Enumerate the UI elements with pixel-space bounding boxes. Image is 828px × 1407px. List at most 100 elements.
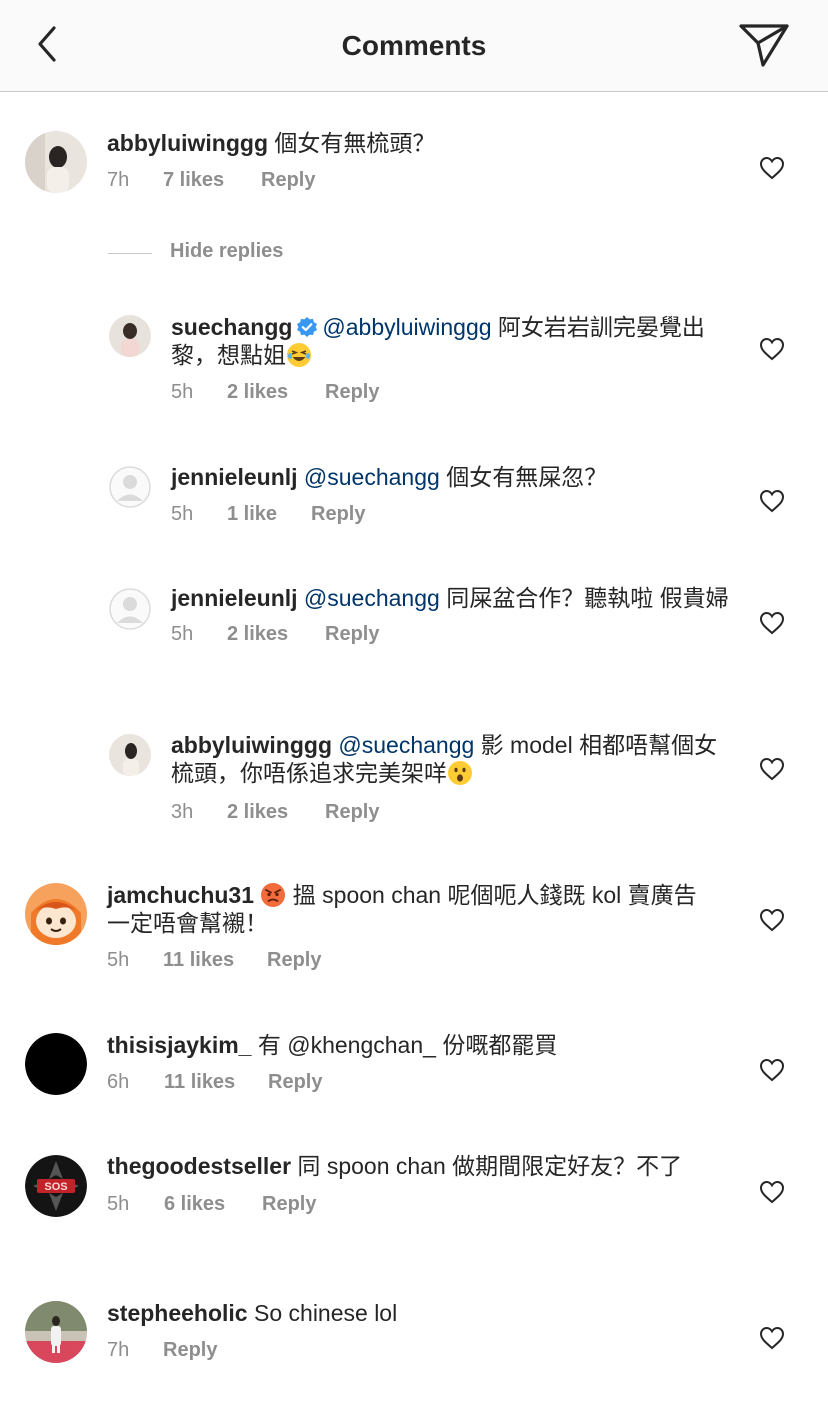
reply-item: suechangg @abbyluiwinggg 阿女岩岩訓完晏覺出黎，想點姐 5…: [0, 313, 828, 409]
reply-likes[interactable]: 2 likes: [227, 801, 325, 824]
heart-outline-icon[interactable]: [759, 489, 785, 513]
reply-item: jennieleunlj @suechangg 同屎盆合作？聽執啦 假貴婦 5h…: [0, 585, 828, 681]
comment-meta: 5h 11 likes Reply: [107, 949, 717, 975]
heart-outline-icon[interactable]: [759, 757, 785, 781]
comment-content: 有 @khengchan_ 份嘅都罷買: [251, 1032, 558, 1058]
comment-content: So chinese lol: [247, 1300, 398, 1326]
heart-outline-icon[interactable]: [759, 908, 785, 932]
avatar[interactable]: SOS: [25, 1155, 87, 1217]
comment-likes[interactable]: 6 likes: [164, 1193, 262, 1216]
reply-meta: 5h 2 likes Reply: [171, 623, 731, 649]
comment-item: thisisjaykim_ 有 @khengchan_ 份嘅都罷買 6h 11 l…: [0, 1031, 828, 1101]
reply-text: suechangg @abbyluiwinggg 阿女岩岩訓完晏覺出黎，想點姐: [171, 313, 731, 369]
hide-replies-label: Hide replies: [170, 240, 284, 262]
comment-time: 6h: [107, 1071, 130, 1093]
comment-item: jamchuchu31 搵 spoon chan 呢個呃人錢既 kol 賣廣告 …: [0, 881, 828, 977]
header-bar: Comments: [0, 0, 828, 92]
reply-meta: 5h 1 like Reply: [171, 503, 731, 529]
comment-text: abbyluiwinggg 個女有無梳頭？: [107, 129, 717, 157]
comment-meta: 7h 7 likes Reply: [107, 169, 717, 195]
reply-content: 同屎盆合作？聽執啦 假貴婦: [439, 585, 729, 611]
reply-likes[interactable]: 1 like: [227, 503, 311, 526]
heart-outline-icon[interactable]: [759, 611, 785, 635]
comment-content: 同 spoon chan 做期間限定好友？不了: [291, 1153, 683, 1179]
comment-text: stepheeholic So chinese lol: [107, 1299, 717, 1327]
reply-button[interactable]: Reply: [325, 381, 379, 404]
comment-username[interactable]: abbyluiwinggg: [107, 130, 268, 156]
avatar[interactable]: [109, 588, 151, 630]
reply-button[interactable]: Reply: [261, 169, 315, 192]
comment-item: abbyluiwinggg 個女有無梳頭？ 7h 7 likes Reply: [0, 129, 828, 199]
comment-meta: 6h 11 likes Reply: [107, 1071, 717, 1097]
comment-body: thegoodestseller 同 spoon chan 做期間限定好友？不了…: [107, 1153, 717, 1219]
comment-text: thegoodestseller 同 spoon chan 做期間限定好友？不了: [107, 1153, 717, 1179]
reply-text: jennieleunlj @suechangg 同屎盆合作？聽執啦 假貴婦: [171, 585, 731, 611]
comment-body: stepheeholic So chinese lol 7h Reply: [107, 1299, 717, 1365]
reply-mention[interactable]: @abbyluiwinggg: [322, 314, 491, 340]
heart-outline-icon[interactable]: [759, 156, 785, 180]
reply-button[interactable]: Reply: [325, 623, 379, 646]
comment-time: 7h: [107, 169, 130, 191]
comment-meta: 7h Reply: [107, 1339, 717, 1365]
reply-username[interactable]: abbyluiwinggg: [171, 732, 332, 758]
comment-username[interactable]: jamchuchu31: [107, 882, 254, 908]
reply-button[interactable]: Reply: [163, 1339, 217, 1362]
heart-outline-icon[interactable]: [759, 1058, 785, 1082]
reply-text: abbyluiwinggg @suechangg 影 model 相都唔幫個女梳…: [171, 731, 731, 787]
angry-emoji-icon: [261, 883, 286, 907]
reply-item: jennieleunlj @suechangg 個女有無屎忽？ 5h 1 like…: [0, 463, 828, 533]
comment-content: 個女有無梳頭？: [268, 130, 436, 156]
avatar[interactable]: [25, 883, 87, 945]
reply-button[interactable]: Reply: [262, 1193, 316, 1216]
comment-likes[interactable]: 11 likes: [164, 1071, 268, 1094]
verified-badge-icon: [297, 317, 318, 337]
avatar[interactable]: [25, 1033, 87, 1095]
comment-username[interactable]: thegoodestseller: [107, 1153, 291, 1179]
reply-meta: 5h 2 likes Reply: [171, 381, 731, 407]
send-button[interactable]: [736, 20, 792, 70]
reply-time: 3h: [171, 801, 194, 823]
avatar[interactable]: [25, 1301, 87, 1363]
reply-content: 個女有無屎忽？: [439, 464, 608, 490]
reply-likes[interactable]: 2 likes: [227, 623, 325, 646]
reply-mention[interactable]: @suechangg: [338, 732, 474, 758]
comment-username[interactable]: thisisjaykim_: [107, 1032, 251, 1058]
reply-likes[interactable]: 2 likes: [227, 381, 325, 404]
avatar[interactable]: [109, 734, 151, 776]
avatar[interactable]: [25, 131, 87, 193]
heart-outline-icon[interactable]: [759, 337, 785, 361]
reply-time: 5h: [171, 381, 194, 403]
reply-username[interactable]: suechangg: [171, 314, 292, 340]
comment-text: jamchuchu31 搵 spoon chan 呢個呃人錢既 kol 賣廣告 …: [107, 881, 717, 937]
avatar[interactable]: [109, 315, 151, 357]
divider: [108, 253, 152, 254]
reply-button[interactable]: Reply: [325, 801, 379, 824]
reply-username[interactable]: jennieleunlj: [171, 464, 298, 490]
comment-item: SOS thegoodestseller 同 spoon chan 做期間限定好…: [0, 1153, 828, 1249]
svg-text:SOS: SOS: [44, 1181, 67, 1193]
reply-meta: 3h 2 likes Reply: [171, 801, 731, 827]
comment-username[interactable]: stepheeholic: [107, 1300, 248, 1326]
comment-time: 5h: [107, 1193, 130, 1215]
comment-time: 7h: [107, 1339, 130, 1361]
reply-button[interactable]: Reply: [311, 503, 365, 526]
page-title: Comments: [341, 30, 487, 61]
reply-mention[interactable]: @suechangg: [304, 464, 440, 490]
comment-likes[interactable]: 7 likes: [163, 169, 261, 192]
comment-item: stepheeholic So chinese lol 7h Reply: [0, 1299, 828, 1369]
reply-button[interactable]: Reply: [267, 949, 321, 972]
reply-body: abbyluiwinggg @suechangg 影 model 相都唔幫個女梳…: [171, 731, 731, 827]
comment-likes[interactable]: 11 likes: [163, 949, 267, 972]
reply-text: jennieleunlj @suechangg 個女有無屎忽？: [171, 463, 731, 491]
reply-username[interactable]: jennieleunlj: [171, 585, 298, 611]
surprised-emoji-icon: [448, 761, 472, 785]
send-icon: [739, 24, 789, 67]
avatar[interactable]: [109, 466, 151, 508]
reply-mention[interactable]: @suechangg: [304, 585, 440, 611]
reply-button[interactable]: Reply: [268, 1071, 322, 1094]
comment-time: 5h: [107, 949, 130, 971]
heart-outline-icon[interactable]: [759, 1180, 785, 1204]
reply-body: jennieleunlj @suechangg 個女有無屎忽？ 5h 1 like…: [171, 463, 731, 529]
heart-outline-icon[interactable]: [759, 1326, 785, 1350]
reply-body: jennieleunlj @suechangg 同屎盆合作？聽執啦 假貴婦 5h…: [171, 585, 731, 649]
